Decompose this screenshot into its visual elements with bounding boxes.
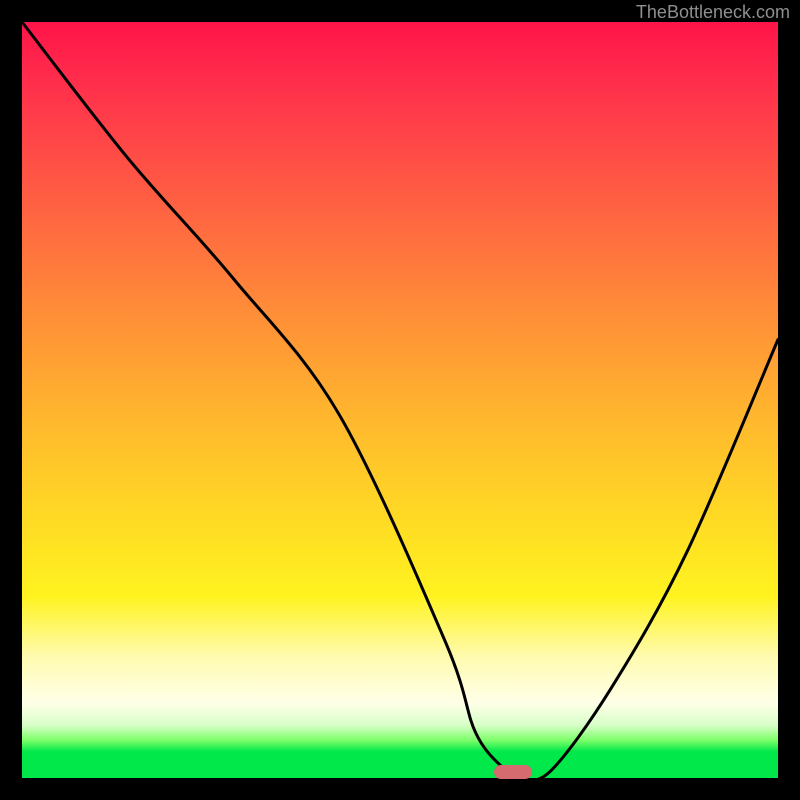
watermark-text: TheBottleneck.com	[636, 2, 790, 23]
optimum-marker	[494, 765, 532, 779]
bottleneck-curve	[22, 22, 778, 778]
plot-area	[22, 22, 778, 778]
chart-container: TheBottleneck.com	[0, 0, 800, 800]
curve-path	[22, 22, 778, 780]
